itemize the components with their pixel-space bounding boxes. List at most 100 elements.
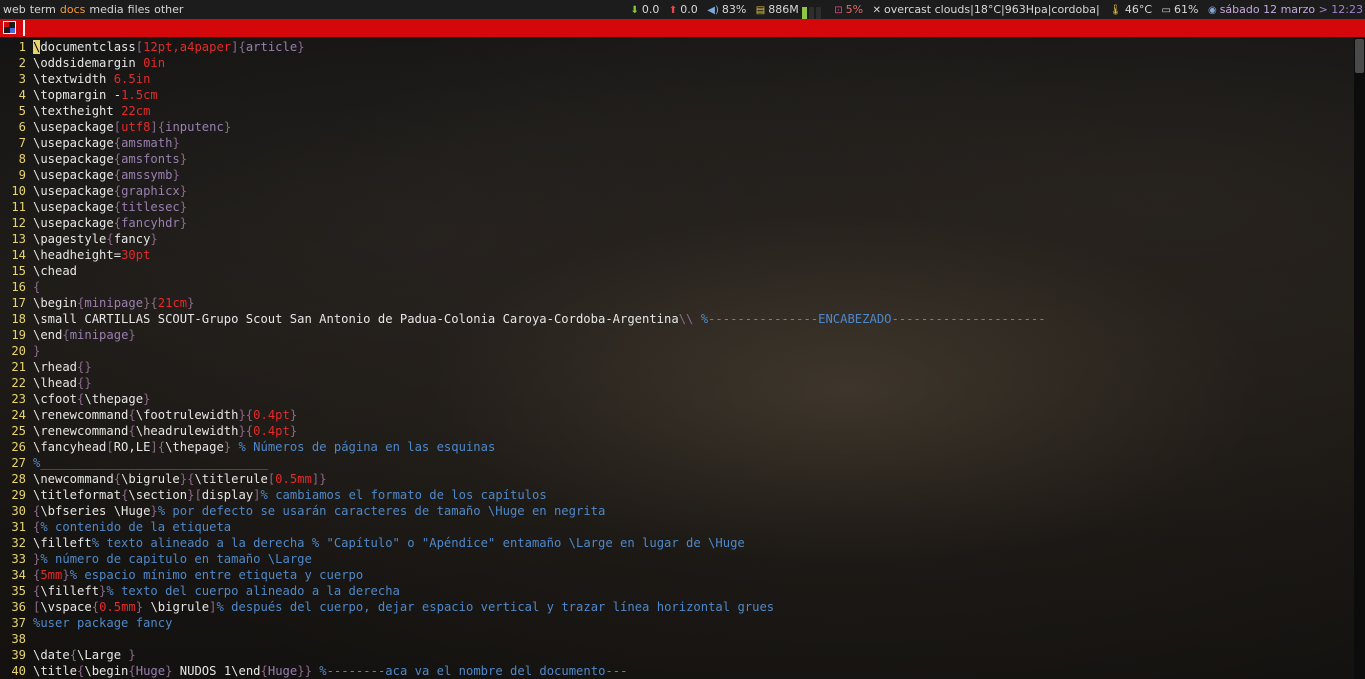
- code-token: \section: [128, 488, 188, 502]
- code-line[interactable]: 30 {\bfseries \Huge}% por defecto se usar…: [0, 503, 1046, 519]
- code-line[interactable]: 27 %_______________________________: [0, 455, 1046, 471]
- line-number: 23: [11, 392, 26, 406]
- code-token: {: [113, 184, 122, 198]
- code-line[interactable]: 18 \small CARTILLAS SCOUT-Grupo Scout San…: [0, 311, 1045, 327]
- layout-icon[interactable]: [3, 21, 16, 34]
- workspace-tag-docs[interactable]: docs: [60, 3, 86, 16]
- memory-value: 886M: [768, 3, 799, 16]
- code-token: }: [223, 440, 239, 454]
- code-line[interactable]: 17 \begin{minipage}{21cm}: [0, 295, 1046, 311]
- code-line[interactable]: 33}% número de capitulo en tamaño \Large: [0, 551, 1046, 567]
- line-number: 18: [11, 312, 26, 326]
- code-line[interactable]: 39 \date{\Large }: [0, 647, 1046, 663]
- code-line[interactable]: 11 \usepackage{titlesec}: [0, 199, 1046, 215]
- status-widgets: ⬇ 0.0 ⬆ 0.0 ◀) 83% ▤ 886M ⊡ 5% ✕ overcast clou…: [624, 0, 1365, 19]
- code-token: \textheight: [33, 104, 122, 118]
- code-line[interactable]: 3 \textwidth 6.5in: [0, 71, 1046, 87]
- code-line[interactable]: 16 {: [0, 279, 1046, 295]
- temperature-value: 46°C: [1124, 3, 1153, 16]
- code-line[interactable]: 5 \textheight 22cm: [0, 103, 1046, 119]
- scrollbar-thumb[interactable]: [1355, 39, 1364, 73]
- code-token: }: [128, 648, 136, 662]
- code-line[interactable]: 34 {5mm}% espacio mínimo entre etiqueta y…: [0, 567, 1046, 583]
- speaker-icon: ◀): [707, 5, 719, 16]
- code-line[interactable]: 35 {\filleft}% texto del cuerpo alineado …: [0, 583, 1046, 599]
- volume-widget[interactable]: ◀) 83%: [707, 3, 746, 16]
- code-line[interactable]: 13 \pagestyle{fancy}: [0, 231, 1046, 247]
- code-line[interactable]: 1 \documentclass[12pt,a4paper]{article}: [0, 39, 1046, 55]
- code-token: \\: [678, 312, 701, 326]
- code-token: % Números de página en las esquinas: [238, 440, 496, 454]
- code-line[interactable]: 37 %user package fancy: [0, 615, 1046, 631]
- code-token: \thepage: [84, 392, 144, 406]
- workspace-tag-other[interactable]: other: [154, 3, 183, 16]
- line-number: 39: [11, 648, 26, 662]
- code-area[interactable]: 1 \documentclass[12pt,a4paper]{article} 2 \…: [0, 39, 1046, 679]
- code-line[interactable]: 6 \usepackage[utf8]{inputenc}: [0, 119, 1046, 135]
- code-line[interactable]: 19 \end{minipage}: [0, 327, 1046, 343]
- line-number: 2: [18, 56, 26, 70]
- code-token: \titlerule: [194, 472, 268, 486]
- scrollbar[interactable]: [1354, 37, 1365, 679]
- code-token: \end: [231, 664, 261, 678]
- code-token: \Large: [77, 648, 129, 662]
- code-line[interactable]: 9 \usepackage{amssymb}: [0, 167, 1046, 183]
- net-up-widget: ⬆ 0.0: [669, 3, 698, 16]
- code-line[interactable]: 25 \renewcommand{\headrulewidth}{0.4pt}: [0, 423, 1046, 439]
- line-number: 16: [11, 280, 26, 294]
- code-token: Huge: [135, 664, 166, 678]
- code-line[interactable]: 4 \topmargin -1.5cm: [0, 87, 1046, 103]
- code-token: \bfseries \Huge: [40, 504, 151, 518]
- workspace-tag-files[interactable]: files: [128, 3, 150, 16]
- code-line[interactable]: 12 \usepackage{fancyhdr}: [0, 215, 1046, 231]
- code-line[interactable]: 14 \headheight=30pt: [0, 247, 1046, 263]
- workspace-tags: web term docs media files other: [3, 0, 187, 19]
- code-line[interactable]: 20}: [0, 343, 1046, 359]
- code-token: 6.5in: [113, 72, 151, 86]
- code-line[interactable]: 22 \lhead{}: [0, 375, 1046, 391]
- code-line[interactable]: 24 \renewcommand{\footrulewidth}{0.4pt}: [0, 407, 1046, 423]
- code-token: }: [128, 328, 136, 342]
- code-line[interactable]: 10 \usepackage{graphicx}: [0, 183, 1046, 199]
- code-token: \rhead: [33, 360, 78, 374]
- code-line[interactable]: 28 \newcommand{\bigrule}{\titlerule[0.5mm…: [0, 471, 1046, 487]
- battery-value: 61%: [1174, 3, 1199, 16]
- code-token: 0in: [143, 56, 166, 70]
- code-token: \footrulewidth: [135, 408, 239, 422]
- workspace-tag-term[interactable]: term: [30, 3, 56, 16]
- code-token: \headrulewidth: [135, 424, 239, 438]
- code-token: \lhead: [33, 376, 78, 390]
- code-line[interactable]: 23 \cfoot{\thepage}: [0, 391, 1046, 407]
- line-number: 10: [11, 184, 26, 198]
- code-token: {: [128, 664, 136, 678]
- code-line[interactable]: 8 \usepackage{amsfonts}: [0, 151, 1046, 167]
- code-token: 0.4pt: [253, 408, 290, 422]
- code-line[interactable]: 26 \fancyhead[RO,LE]{\thepage} % Números …: [0, 439, 1046, 455]
- code-line[interactable]: 15 \chead: [0, 263, 1046, 279]
- code-token: {: [69, 648, 78, 662]
- line-number: 27: [11, 456, 26, 470]
- code-line[interactable]: 36 [\vspace{0.5mm} \bigrule]% después del…: [0, 599, 1046, 615]
- net-down-widget: ⬇ 0.0: [630, 3, 659, 16]
- code-token: fancyhdr: [121, 216, 180, 230]
- code-line[interactable]: 32 \filleft% texto alineado a la derecha …: [0, 535, 1046, 551]
- clock-widget[interactable]: ◉ sábado 12 marzo > 12:23: [1208, 3, 1363, 16]
- code-token: \usepackage: [33, 152, 114, 166]
- workspace-tag-media[interactable]: media: [89, 3, 123, 16]
- text-editor[interactable]: 1 \documentclass[12pt,a4paper]{article} 2 \…: [0, 37, 1365, 679]
- code-line[interactable]: 29 \titleformat{\section}[display]% cambi…: [0, 487, 1046, 503]
- code-line[interactable]: 21 \rhead{}: [0, 359, 1046, 375]
- code-line[interactable]: 40 \title{\begin{Huge} NUDOS 1\end{Huge}}…: [0, 663, 1046, 679]
- line-number: 7: [18, 136, 26, 150]
- workspace-tag-web[interactable]: web: [3, 3, 26, 16]
- line-number: 14: [11, 248, 26, 262]
- arrow-down-icon: ⬇: [630, 5, 639, 16]
- code-token: }: [33, 344, 41, 358]
- line-number: 32: [11, 536, 26, 550]
- code-line[interactable]: 2 \oddsidemargin 0in: [0, 55, 1046, 71]
- code-line[interactable]: 7 \usepackage{amsmath}: [0, 135, 1046, 151]
- code-line[interactable]: 31 {% contenido de la etiqueta: [0, 519, 1046, 535]
- code-token: {: [128, 424, 136, 438]
- memory-widget: ▤ 886M: [756, 3, 825, 19]
- code-line[interactable]: 38: [0, 631, 1046, 647]
